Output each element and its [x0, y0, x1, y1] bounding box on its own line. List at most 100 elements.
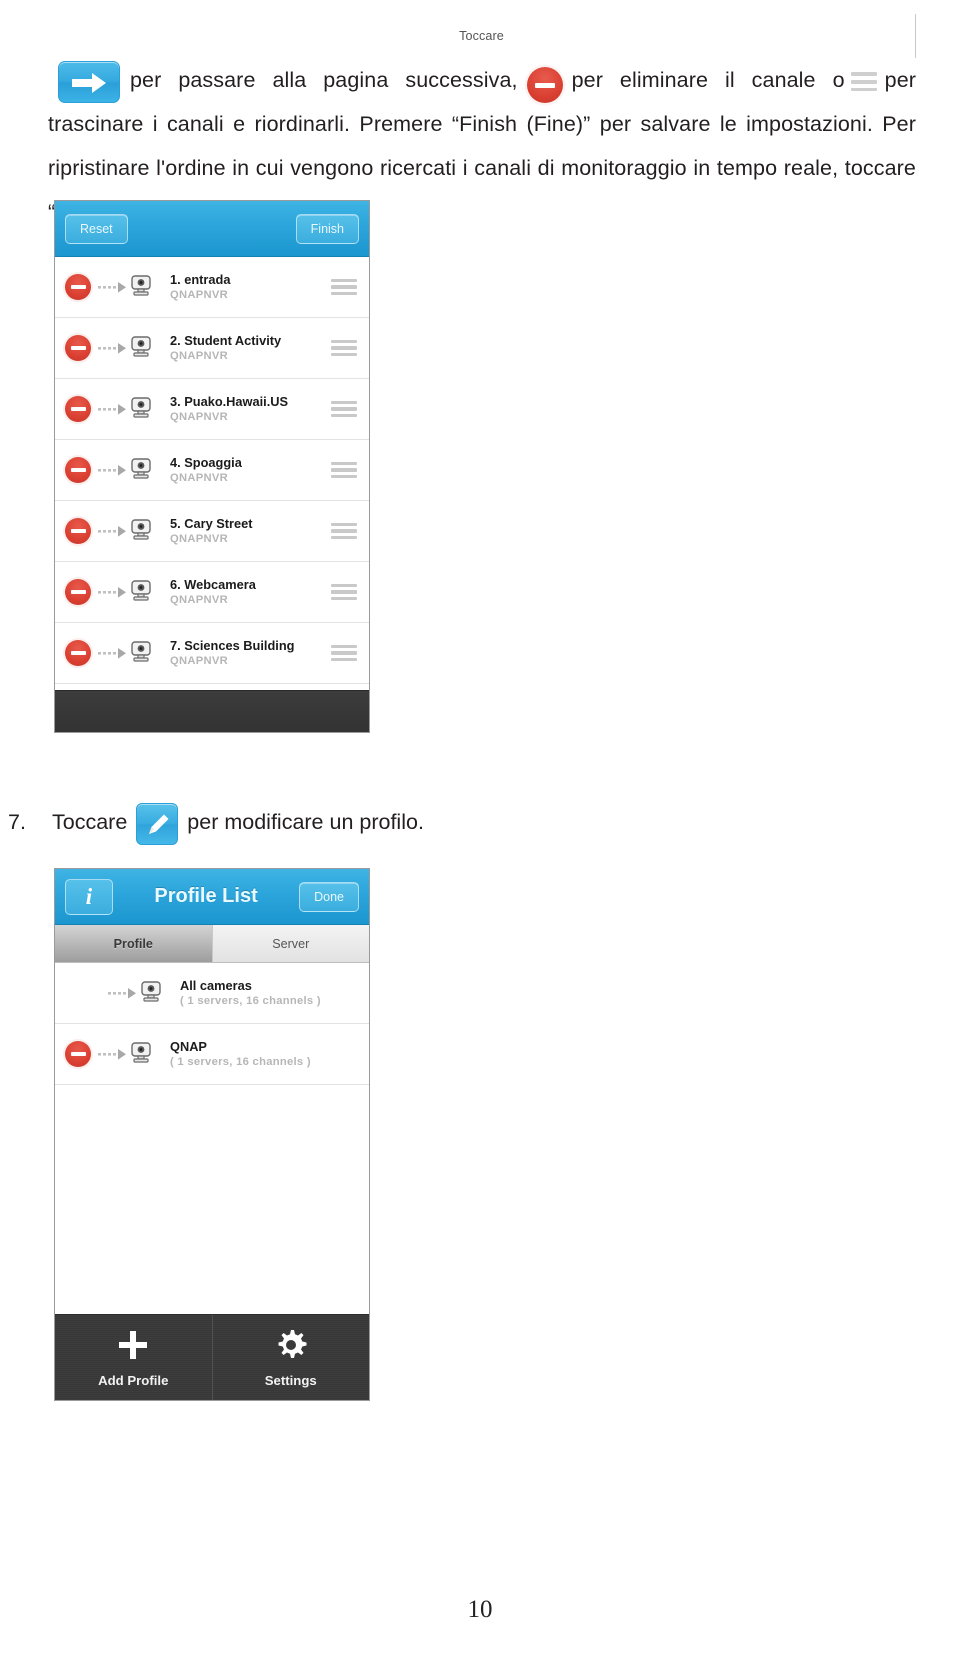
bottom-dark-strip — [55, 690, 369, 732]
dotted-arrow-icon — [98, 341, 128, 355]
table-row[interactable]: 4. Spoaggia QNAPNVR — [55, 440, 369, 501]
profile-toolbar: Add Profile Settings — [55, 1314, 369, 1400]
empty-list-area — [55, 1085, 369, 1325]
dotted-arrow-icon — [98, 524, 128, 538]
row-text: 7. Sciences Building QNAPNVR — [170, 638, 331, 669]
row-text: 2. Student Activity QNAPNVR — [170, 333, 331, 364]
dotted-arrow-icon — [98, 585, 128, 599]
add-profile-button[interactable]: Add Profile — [55, 1315, 213, 1400]
table-row[interactable]: 3. Puako.Hawaii.US QNAPNVR — [55, 379, 369, 440]
done-button[interactable]: Done — [299, 881, 359, 912]
drag-handle[interactable] — [331, 644, 357, 662]
table-row[interactable]: 7. Sciences Building QNAPNVR — [55, 623, 369, 684]
camera-icon — [129, 333, 159, 364]
row-subtitle: QNAPNVR — [170, 532, 229, 545]
row-text: 4. Spoaggia QNAPNVR — [170, 455, 331, 486]
step-7-number: 7. — [8, 810, 26, 834]
tab-profile[interactable]: Profile — [55, 925, 213, 962]
row-title: 6. Webcamera — [170, 576, 256, 592]
dotted-arrow-icon — [98, 646, 128, 660]
table-row[interactable]: All cameras( 1 servers, 16 channels ) — [55, 963, 369, 1024]
finish-button[interactable]: Finish — [295, 213, 359, 244]
row-title: 3. Puako.Hawaii.US — [170, 393, 289, 409]
drag-handle[interactable] — [331, 461, 357, 479]
camera-icon — [129, 455, 159, 486]
drag-handle[interactable] — [331, 339, 357, 357]
row-text: 3. Puako.Hawaii.US QNAPNVR — [170, 394, 331, 425]
row-title: 2. Student Activity — [170, 332, 282, 348]
table-row[interactable]: 1. entrada QNAPNVR — [55, 257, 369, 318]
paragraph-1-text-c: per eliminare il canale — [571, 68, 816, 92]
row-subtitle: QNAPNVR — [170, 471, 229, 484]
dotted-arrow-icon — [108, 986, 138, 1000]
row-title: 1. entrada — [170, 271, 231, 287]
step-7-text-b: per modificare un profilo. — [187, 810, 424, 834]
row-text: QNAP( 1 servers, 16 channels ) — [170, 1039, 369, 1070]
hamburger-drag-icon — [850, 72, 877, 92]
channel-rows: 1. entrada QNAPNVR 2. Student Activity QNAP… — [55, 257, 369, 684]
row-text: 1. entrada QNAPNVR — [170, 272, 331, 303]
toolbar-label: Add Profile — [98, 1372, 169, 1388]
row-subtitle: QNAPNVR — [170, 654, 229, 667]
step-7-line: 7. Toccare per modificare un profilo. — [8, 800, 908, 845]
row-subtitle: QNAPNVR — [170, 288, 229, 301]
delete-row-button[interactable] — [65, 457, 91, 483]
remove-circle-icon — [526, 67, 563, 104]
settings-button[interactable]: Settings — [212, 1315, 369, 1400]
dotted-arrow-icon — [98, 402, 128, 416]
toccare-word-1: Toccare — [48, 14, 916, 58]
delete-row-button[interactable] — [65, 274, 91, 300]
drag-handle[interactable] — [331, 400, 357, 418]
profile-navbar: i Profile List Done — [55, 869, 369, 925]
camera-icon — [129, 638, 159, 669]
camera-icon — [129, 516, 159, 547]
drag-handle[interactable] — [331, 522, 357, 540]
info-button[interactable]: i — [65, 878, 113, 915]
profile-list-title: Profile List — [154, 885, 258, 907]
table-row[interactable]: 6. Webcamera QNAPNVR — [55, 562, 369, 623]
camera-icon — [129, 272, 159, 303]
drag-handle[interactable] — [331, 583, 357, 601]
row-subtitle: QNAPNVR — [170, 410, 229, 423]
dotted-arrow-icon — [98, 463, 128, 477]
delete-row-button[interactable] — [65, 1041, 91, 1067]
camera-icon — [129, 394, 159, 425]
row-title: 4. Spoaggia — [170, 454, 242, 470]
profile-server-tabs: Profile Server — [55, 925, 369, 963]
page-number: 10 — [467, 1596, 493, 1623]
delete-row-button[interactable] — [65, 640, 91, 666]
pencil-edit-icon — [136, 802, 179, 845]
delete-row-button[interactable] — [65, 518, 91, 544]
camera-icon — [129, 577, 159, 608]
row-title: QNAP — [170, 1038, 207, 1054]
arrow-right-icon — [58, 61, 120, 104]
camera-icon — [129, 1039, 159, 1070]
row-text: 6. Webcamera QNAPNVR — [170, 577, 331, 608]
gear-icon — [274, 1328, 308, 1367]
dotted-arrow-icon — [98, 1047, 128, 1061]
row-title: 5. Cary Street — [170, 515, 253, 531]
tab-server[interactable]: Server — [213, 925, 370, 962]
table-row[interactable]: 2. Student Activity QNAPNVR — [55, 318, 369, 379]
table-row[interactable]: QNAP( 1 servers, 16 channels ) — [55, 1024, 369, 1085]
paragraph-2-text-a: o — [832, 68, 845, 92]
row-subtitle: ( 1 servers, 16 channels ) — [180, 994, 321, 1007]
channel-navbar: Reset Finish — [55, 201, 369, 257]
delete-row-button[interactable] — [65, 335, 91, 361]
toolbar-label: Settings — [264, 1372, 317, 1388]
channel-list-screenshot: Reset Finish 1. entrada QNAPNVR 2. Student… — [54, 200, 370, 733]
delete-row-button[interactable] — [65, 579, 91, 605]
dotted-arrow-icon — [98, 280, 128, 294]
profile-rows: All cameras( 1 servers, 16 channels ) QNA… — [55, 963, 369, 1085]
row-text: 5. Cary Street QNAPNVR — [170, 516, 331, 547]
paragraph-1-text-b: per passare alla pagina successiva, — [130, 68, 518, 92]
drag-handle[interactable] — [331, 278, 357, 296]
delete-row-button[interactable] — [65, 396, 91, 422]
table-row[interactable]: 5. Cary Street QNAPNVR — [55, 501, 369, 562]
row-text: All cameras( 1 servers, 16 channels ) — [180, 978, 369, 1009]
plus-icon — [116, 1328, 150, 1367]
reset-button[interactable]: Reset — [65, 213, 128, 244]
row-subtitle: QNAPNVR — [170, 349, 229, 362]
profile-list-screenshot: i Profile List Done Profile Server All ca… — [54, 868, 370, 1401]
row-subtitle: QNAPNVR — [170, 593, 229, 606]
